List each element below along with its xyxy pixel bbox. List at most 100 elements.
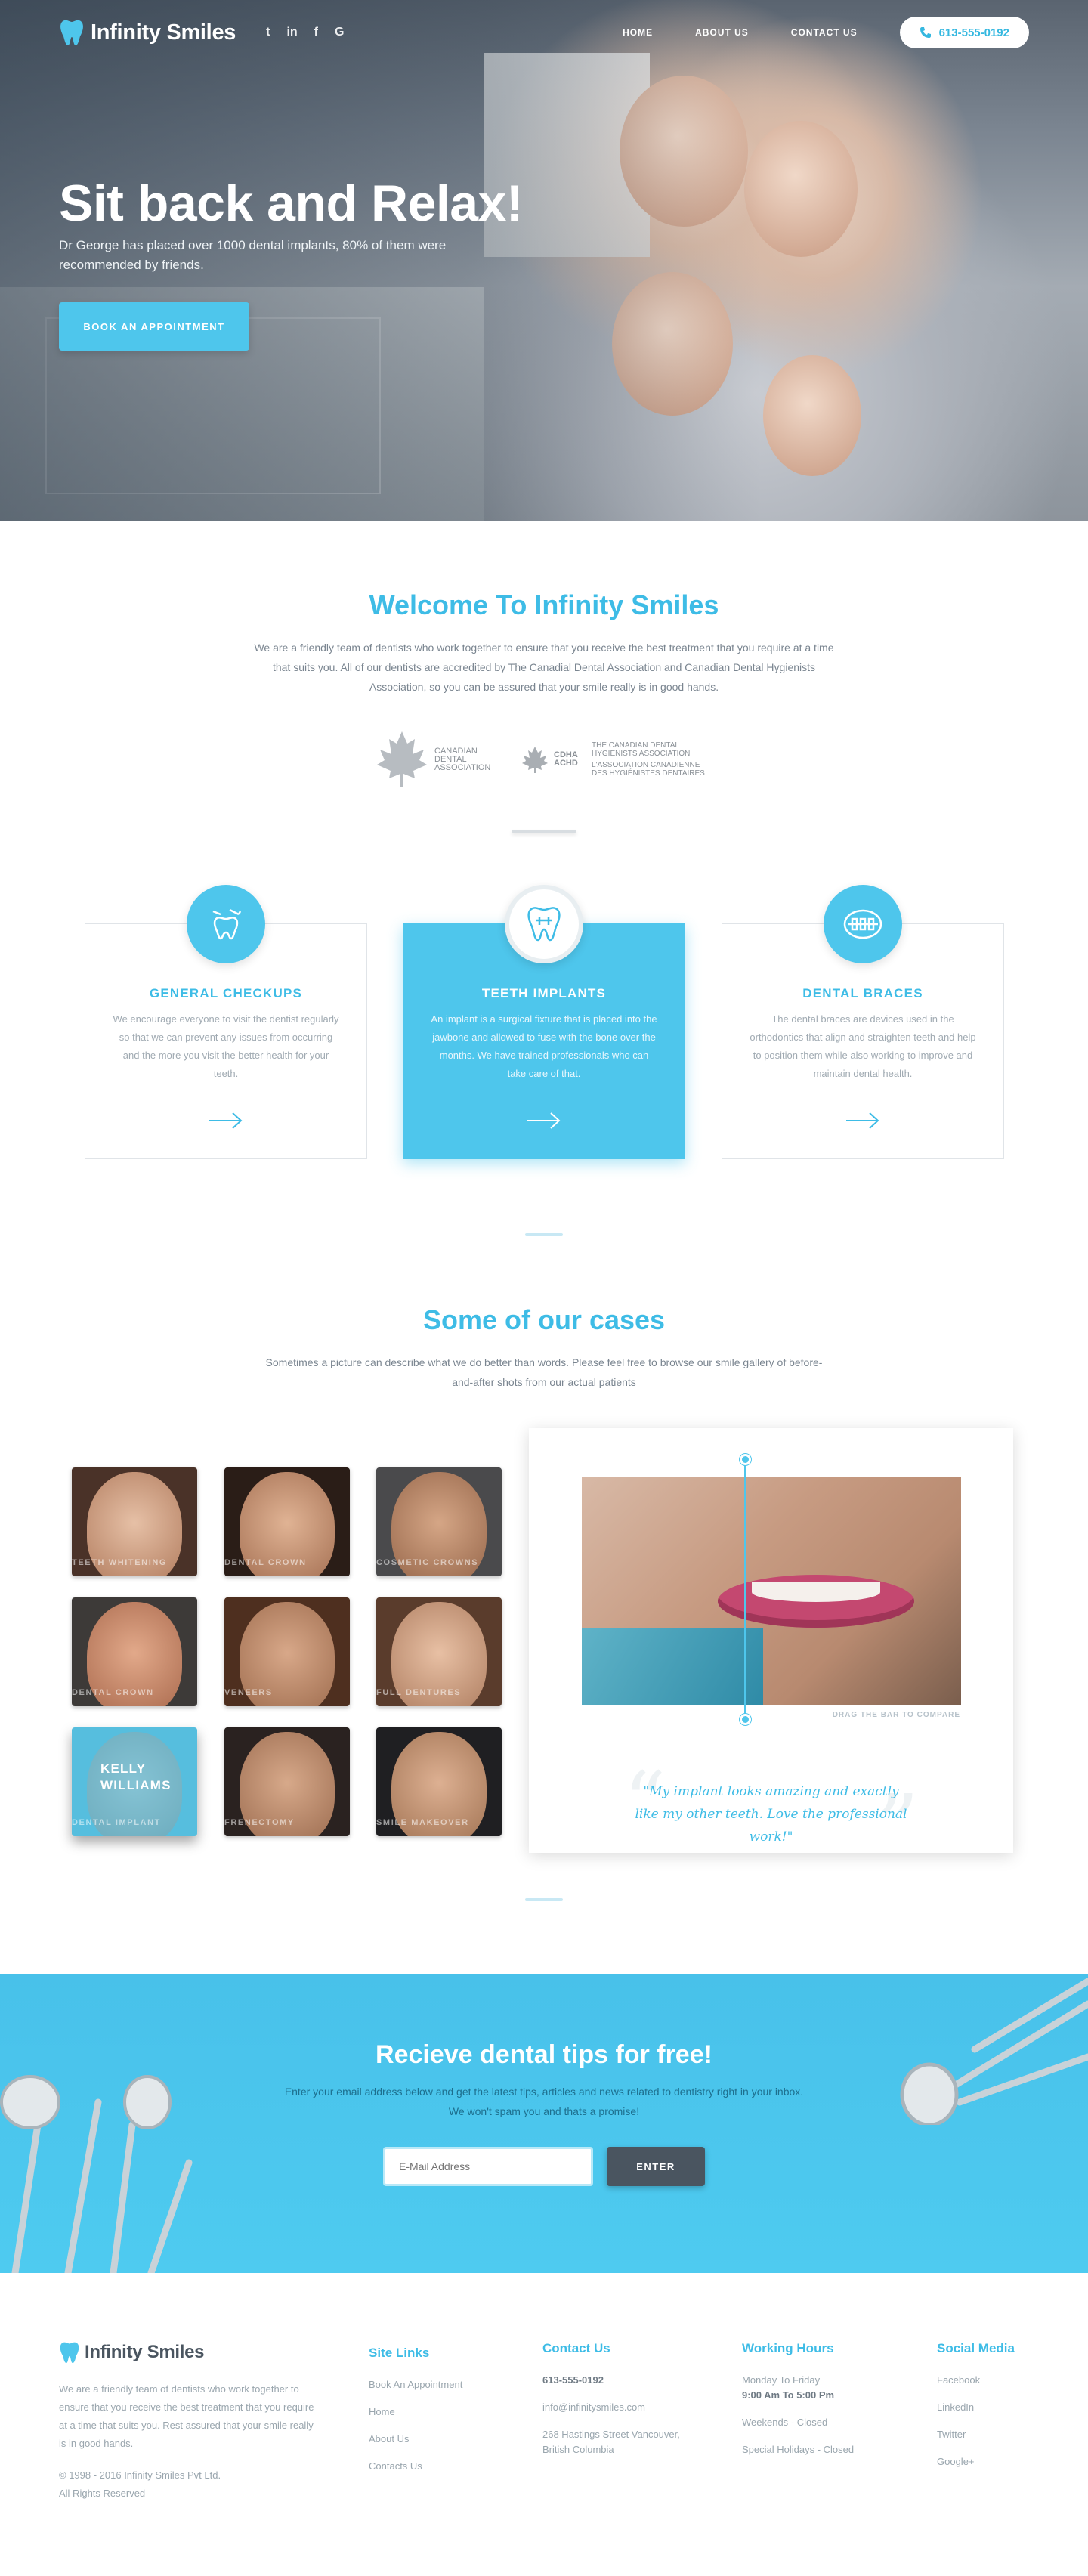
welcome-section: Welcome To Infinity Smiles We are a frie… (0, 521, 1088, 833)
copyright-line-2: All Rights Reserved (59, 2488, 146, 2499)
service-text: We encourage everyone to visit the denti… (113, 1013, 339, 1079)
gallery-thumb[interactable]: TEETH WHITENING (72, 1467, 197, 1576)
section-divider (525, 1898, 563, 1901)
cases-section: Some of our cases Sometimes a picture ca… (0, 1236, 1088, 1392)
compare-slider-bar[interactable] (743, 1458, 746, 1723)
footer-twitter[interactable]: Twitter (937, 2427, 1015, 2442)
service-card-braces[interactable]: DENTAL BRACES The dental braces are devi… (722, 885, 1004, 1159)
linkedin-icon[interactable]: in (286, 26, 297, 39)
service-card-checkups[interactable]: GENERAL CHECKUPS We encourage everyone t… (85, 885, 367, 1159)
cdha-names: THE CANADIAN DENTAL HYGIENISTS ASSOCIATI… (592, 741, 712, 778)
main-nav: HOME ABOUT US CONTACT US 613-555-0192 (623, 17, 1029, 48)
footer-link-home[interactable]: Home (369, 2404, 462, 2420)
footer-link-book[interactable]: Book An Appointment (369, 2377, 462, 2392)
gallery-thumb[interactable]: FRENECTOMY (224, 1727, 350, 1836)
footer-social: Social Media Facebook LinkedIn Twitter G… (937, 2341, 1015, 2482)
phone-button[interactable]: 613-555-0192 (899, 17, 1029, 48)
hours-line-2: 9:00 Am To 5:00 Pm (742, 2389, 835, 2401)
footer-contact: Contact Us 613-555-0192 info@infinitysmi… (542, 2341, 701, 2469)
footer-about-text: We are a friendly team of dentists who w… (59, 2383, 314, 2449)
compare-slider-bottom-handle[interactable] (739, 1714, 751, 1725)
maple-leaf-icon (377, 731, 427, 787)
checkup-icon-circle (187, 885, 265, 963)
service-text: An implant is a surgical fixture that is… (431, 1013, 657, 1079)
dental-tools-left-icon (0, 2075, 193, 2273)
tooth-logo-icon (60, 20, 83, 45)
enter-button[interactable]: ENTER (607, 2147, 705, 2186)
logo[interactable]: Infinity Smiles (59, 19, 236, 46)
newsletter-section: Recieve dental tips for free! Enter your… (0, 1974, 1088, 2273)
gallery-thumb[interactable]: FULL DENTURES (376, 1597, 502, 1706)
hours-line-1: Monday To Friday (742, 2374, 821, 2386)
before-after-panel: DRAG THE BAR TO COMPARE “ ” "My implant … (529, 1428, 1013, 1866)
welcome-title: Welcome To Infinity Smiles (369, 589, 719, 620)
copyright-line-1: © 1998 - 2016 Infinity Smiles Pvt Ltd. (59, 2469, 221, 2481)
cdha-name-en: THE CANADIAN DENTAL HYGIENISTS ASSOCIATI… (592, 741, 691, 758)
nav-about-us[interactable]: ABOUT US (695, 27, 749, 38)
footer-phone[interactable]: 613-555-0192 (542, 2373, 701, 2388)
phone-number: 613-555-0192 (938, 26, 1009, 39)
arrow-right-icon[interactable] (527, 1112, 561, 1130)
gallery-thumb-selected[interactable]: KELLY WILLIAMS DENTAL IMPLANT (72, 1727, 197, 1836)
footer-google-plus[interactable]: Google+ (937, 2454, 1015, 2469)
thumb-label: FULL DENTURES (376, 1688, 462, 1697)
gallery-thumb[interactable]: COSMETIC CROWNS (376, 1467, 502, 1576)
newsletter-text: Enter your email address below and get t… (284, 2086, 804, 2117)
gallery-thumb[interactable]: SMILE MAKEOVER (376, 1727, 502, 1836)
thumb-label: TEETH WHITENING (72, 1558, 168, 1567)
thumb-label: FRENECTOMY (224, 1818, 295, 1827)
cases-text: Sometimes a picture can describe what we… (265, 1356, 823, 1388)
gallery-thumb[interactable]: DENTAL CROWN (224, 1467, 350, 1576)
associations: CANADIAN DENTAL ASSOCIATION CDHA ACHD TH… (0, 730, 1088, 789)
gallery-thumb[interactable]: DENTAL CROWN (72, 1597, 197, 1706)
hours-weekdays: Monday To Friday 9:00 Am To 5:00 Pm (742, 2373, 854, 2403)
smile-gallery: TEETH WHITENING DENTAL CROWN COSMETIC CR… (0, 1392, 1088, 1898)
service-title: DENTAL BRACES (802, 986, 923, 1000)
implant-icon-circle (505, 885, 583, 963)
facebook-icon[interactable]: f (314, 26, 318, 39)
footer-email[interactable]: info@infinitysmiles.com (542, 2400, 701, 2415)
cda-logo: CANADIAN DENTAL ASSOCIATION (376, 730, 490, 789)
arrow-right-icon[interactable] (846, 1112, 879, 1130)
photo-teeth (752, 1582, 880, 1602)
top-navigation: Infinity Smiles t in f G HOME ABOUT US C… (0, 0, 1088, 65)
service-text: The dental braces are devices used in th… (750, 1013, 976, 1079)
footer-logo[interactable]: Infinity Smiles (59, 2341, 316, 2364)
compare-slider-top-handle[interactable] (739, 1454, 751, 1465)
thumb-label: SMILE MAKEOVER (376, 1818, 469, 1827)
photo-cloth (582, 1628, 763, 1705)
hours-weekends: Weekends - Closed (742, 2417, 828, 2428)
book-appointment-button[interactable]: BOOK AN APPOINTMENT (59, 302, 249, 351)
arrow-right-icon[interactable] (209, 1112, 243, 1130)
footer-linkedin[interactable]: LinkedIn (937, 2400, 1015, 2415)
hero: Infinity Smiles t in f G HOME ABOUT US C… (0, 0, 1088, 521)
cdha-abbr: CDHA ACHD (554, 750, 578, 768)
service-card-implants[interactable]: TEETH IMPLANTS An implant is a surgical … (403, 885, 685, 1159)
twitter-icon[interactable]: t (266, 26, 270, 39)
footer-site-links: Site Links Book An Appointment Home Abou… (369, 2346, 462, 2486)
google-plus-icon[interactable]: G (335, 26, 344, 39)
gallery-thumb[interactable]: VENEERS (224, 1597, 350, 1706)
social-title: Social Media (937, 2341, 1015, 2355)
nav-home[interactable]: HOME (623, 27, 653, 38)
contact-title: Contact Us (542, 2341, 610, 2355)
hours-title: Working Hours (742, 2341, 834, 2355)
hours-holidays: Special Holidays - Closed (742, 2444, 855, 2455)
welcome-text: We are a friendly team of dentists who w… (254, 642, 834, 693)
email-input[interactable] (383, 2147, 593, 2186)
service-title: TEETH IMPLANTS (481, 986, 607, 1000)
thumb-label: VENEERS (224, 1688, 273, 1697)
footer-logo-text: Infinity Smiles (85, 2342, 205, 2362)
nav-contact-us[interactable]: CONTACT US (791, 27, 858, 38)
footer-link-contacts[interactable]: Contacts Us (369, 2459, 462, 2474)
footer-phone-text: 613-555-0192 (542, 2374, 604, 2386)
hero-title: Sit back and Relax! (59, 175, 524, 232)
footer-facebook[interactable]: Facebook (937, 2373, 1015, 2388)
braces-icon (843, 909, 882, 939)
social-links: t in f G (266, 26, 344, 39)
drag-hint: DRAG THE BAR TO COMPARE (832, 1711, 960, 1719)
dental-tools-icon (212, 908, 242, 940)
footer-link-about[interactable]: About Us (369, 2432, 462, 2447)
cases-title: Some of our cases (422, 1304, 666, 1335)
thumb-label: DENTAL IMPLANT (72, 1818, 161, 1827)
